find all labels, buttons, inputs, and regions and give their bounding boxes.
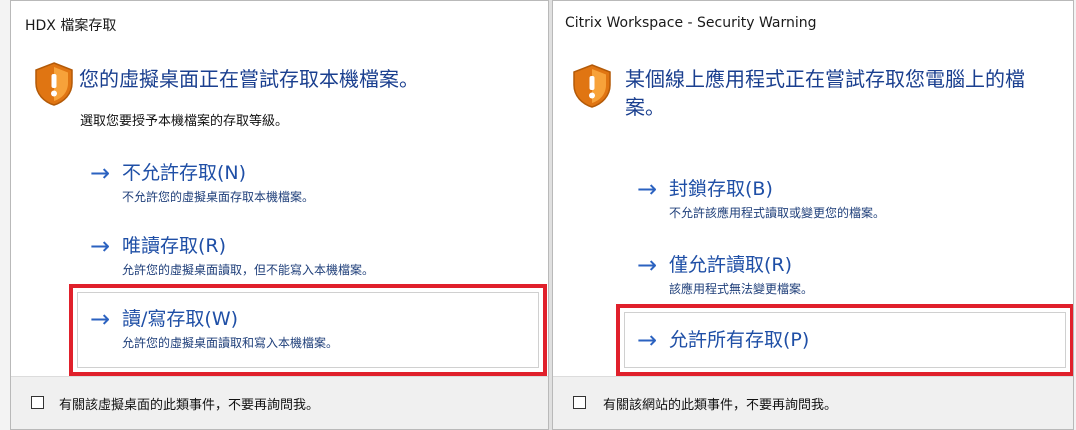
option-allow-all-access[interactable]: → 允許所有存取(P) [637,326,1057,356]
shield-warning-icon [573,64,611,108]
arrow-right-icon: → [637,326,658,354]
dont-ask-again-checkbox[interactable] [573,396,586,409]
dialog-title: HDX 檔案存取 [25,18,117,34]
dialog-title: Citrix Workspace - Security Warning [565,15,817,31]
option-label: 唯讀存取(R) [122,235,227,257]
option-label: 僅允許讀取(R) [669,254,793,276]
shield-warning-icon [35,62,73,106]
citrix-security-warning-dialog: Citrix Workspace - Security Warning 某個線上… [552,0,1074,430]
option-label: 不允許存取(N) [122,162,247,184]
dont-ask-again-label[interactable]: 有關該網站的此類事件，不要再詢問我。 [603,394,837,413]
dialog-footer: 有關該網站的此類事件，不要再詢問我。 [553,376,1073,429]
option-deny-access[interactable]: → 不允許存取(N) 不允許您的虛擬桌面存取本機檔案。 [90,159,530,211]
arrow-right-icon: → [637,175,658,203]
dialog-footer: 有關該虛擬桌面的此類事件，不要再詢問我。 [11,376,548,429]
dont-ask-again-checkbox[interactable] [31,396,44,409]
arrow-right-icon: → [90,232,111,260]
option-label: 封鎖存取(B) [669,178,773,200]
option-block-access[interactable]: → 封鎖存取(B) 不允許該應用程式讀取或變更您的檔案。 [637,175,1057,227]
dialog-subhead: 選取您要授予本機檔案的存取等級。 [80,114,289,129]
dialog-headline-line2: 案。 [625,95,665,119]
dont-ask-again-label[interactable]: 有關該虛擬桌面的此類事件，不要再詢問我。 [59,394,319,413]
option-description: 不允許該應用程式讀取或變更您的檔案。 [669,206,886,220]
screen-edge-left [0,0,10,430]
option-label: 允許所有存取(P) [669,329,810,351]
option-description: 允許您的虛擬桌面讀取和寫入本機檔案。 [122,336,339,350]
dialog-headline: 您的虛擬桌面正在嘗試存取本機檔案。 [79,67,419,91]
option-description: 該應用程式無法變更檔案。 [669,282,814,296]
option-read-only-access[interactable]: → 唯讀存取(R) 允許您的虛擬桌面讀取，但不能寫入本機檔案。 [90,232,530,284]
option-read-only[interactable]: → 僅允許讀取(R) 該應用程式無法變更檔案。 [637,251,1057,303]
option-description: 允許您的虛擬桌面讀取，但不能寫入本機檔案。 [122,263,375,277]
arrow-right-icon: → [90,159,111,187]
option-description: 不允許您的虛擬桌面存取本機檔案。 [122,190,315,204]
option-read-write-access[interactable]: → 讀/寫存取(W) 允許您的虛擬桌面讀取和寫入本機檔案。 [90,305,530,357]
arrow-right-icon: → [90,305,111,333]
dialog-headline-line1: 某個線上應用程式正在嘗試存取您電腦上的檔 [625,67,1025,91]
hdx-file-access-dialog: HDX 檔案存取 您的虛擬桌面正在嘗試存取本機檔案。 選取您要授予本機檔案的存取… [10,0,549,430]
arrow-right-icon: → [637,251,658,279]
option-label: 讀/寫存取(W) [122,308,239,330]
